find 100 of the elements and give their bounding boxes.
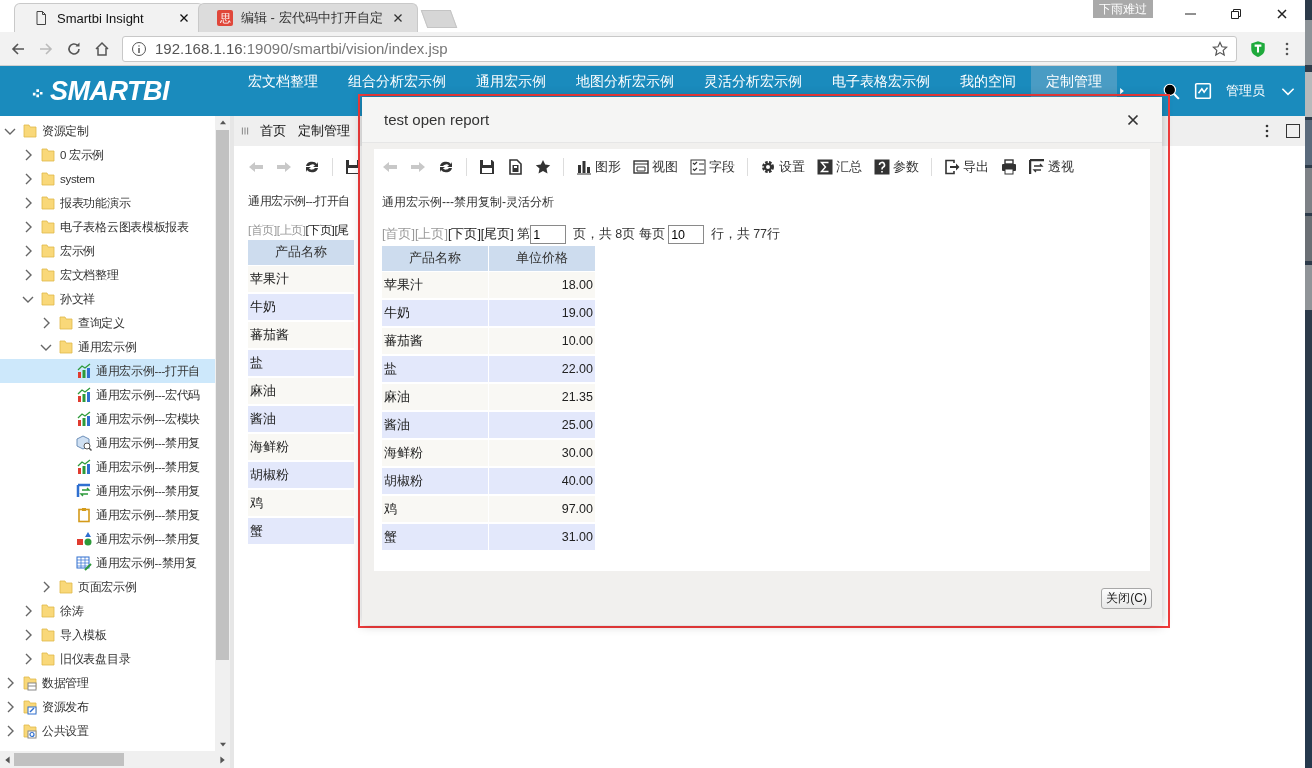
tree-item[interactable]: 通用宏示例---禁用复 — [0, 455, 215, 479]
tree-item[interactable]: 查询定义 — [0, 311, 215, 335]
close-button[interactable]: 关闭(C) — [1101, 587, 1152, 609]
browser-tab[interactable]: 思 编辑 - 宏代码中打开自定 — [198, 3, 418, 32]
tree-item[interactable]: 通用宏示例 — [0, 335, 215, 359]
tree-item[interactable]: 资源发布 — [0, 695, 215, 719]
table-cell: 胡椒粉 — [248, 462, 354, 490]
tree-item[interactable]: 通用宏示例---禁用复 — [0, 503, 215, 527]
table-cell: 30.00 — [489, 440, 595, 468]
tree-item[interactable]: 通用宏示例---打开自 — [0, 359, 215, 383]
folder-icon — [58, 315, 74, 331]
back-icon[interactable] — [10, 40, 26, 57]
tree-item[interactable]: 电子表格云图表模板报表 — [0, 215, 215, 239]
overlay-label: 下雨难过 — [1093, 0, 1153, 18]
tree-item-label: 宏文档整理 — [60, 267, 119, 283]
tree-item[interactable]: 公共设置 — [0, 719, 215, 743]
star-icon[interactable] — [1212, 40, 1228, 57]
nav-item[interactable]: 电子表格宏示例 — [817, 66, 945, 116]
tree-item[interactable]: 宏文档整理 — [0, 263, 215, 287]
tree-item[interactable]: 导入模板 — [0, 623, 215, 647]
pager-link[interactable]: [尾 — [334, 223, 349, 238]
vertical-scrollbar[interactable] — [215, 116, 230, 751]
refresh-icon[interactable] — [304, 159, 320, 175]
reload-icon[interactable] — [66, 40, 82, 57]
tree-item[interactable]: 数据管理 — [0, 671, 215, 695]
folder-icon — [40, 651, 56, 667]
tree-item[interactable]: 通用宏示例---禁用复 — [0, 431, 215, 455]
toolbar-button[interactable]: 字段 — [690, 158, 735, 176]
pager-text: 页，共 8页 每页 — [571, 226, 666, 243]
tab[interactable]: 首页 — [256, 122, 290, 140]
folder-icon — [40, 243, 56, 259]
table-cell: 盐 — [248, 350, 354, 378]
tree-item[interactable]: 通用宏示例---禁用复 — [0, 527, 215, 551]
tab-title: 编辑 - 宏代码中打开自定 — [241, 9, 383, 27]
tree-item[interactable]: 页面宏示例 — [0, 575, 215, 599]
toolbar-button[interactable]: 导出 — [944, 158, 989, 176]
nav-item[interactable]: 灵活分析宏示例 — [689, 66, 817, 116]
toolbar-button[interactable]: 图形 — [576, 158, 621, 176]
table-cell: 40.00 — [489, 468, 595, 496]
tree-item[interactable]: 报表功能演示 — [0, 191, 215, 215]
pivot-icon — [1029, 159, 1045, 175]
tree-item[interactable]: 孙文祥 — [0, 287, 215, 311]
cube-search-icon — [76, 435, 92, 451]
folder-icon — [40, 219, 56, 235]
pager-link[interactable]: [下页] — [447, 226, 481, 243]
user-menu[interactable]: 管理员 — [1226, 82, 1265, 100]
tree-item[interactable]: 通用宏示例---禁用复 — [0, 479, 215, 503]
table-cell: 牛奶 — [248, 294, 354, 322]
tree-item[interactable]: 徐涛 — [0, 599, 215, 623]
nav-item[interactable]: 我的空间 — [945, 66, 1031, 116]
page-size-field[interactable]: 10 — [668, 225, 705, 244]
toolbar-button[interactable]: 透视 — [1029, 158, 1074, 176]
line-chart-icon[interactable] — [1194, 82, 1212, 100]
nav-item[interactable]: 宏文档整理 — [233, 66, 333, 116]
shield-icon[interactable] — [1249, 39, 1267, 58]
address-bar[interactable]: 192.168.1.16:19090/smartbi/vision/index.jsp — [122, 35, 1237, 62]
folder-icon — [40, 627, 56, 643]
horizontal-scrollbar[interactable] — [0, 751, 230, 768]
pager-link[interactable]: [下页] — [305, 223, 335, 238]
folder-edit-icon — [22, 699, 38, 715]
pager-link[interactable]: [尾页] — [480, 226, 514, 243]
folder-table-icon — [22, 675, 38, 691]
toolbar-button[interactable]: 汇总 — [817, 158, 862, 176]
toolbar-button[interactable]: 设置 — [760, 158, 805, 176]
refresh-icon[interactable] — [438, 159, 454, 175]
save-as-icon[interactable] — [507, 159, 523, 175]
folder-icon — [58, 579, 74, 595]
table-cell: 蕃茄酱 — [382, 328, 488, 356]
tree-item[interactable]: 资源定制 — [0, 119, 215, 143]
tree-item[interactable]: 通用宏示例---宏模块 — [0, 407, 215, 431]
tree-item[interactable]: 通用宏示例---宏代码 — [0, 383, 215, 407]
tree-item-label: 通用宏示例---宏模块 — [96, 411, 201, 427]
report-title: 通用宏示例---打开自 — [248, 194, 350, 209]
home-icon[interactable] — [94, 40, 110, 57]
save-icon[interactable] — [479, 159, 495, 175]
shapes-icon — [76, 531, 92, 547]
tree-item[interactable]: 0 宏示例 — [0, 143, 215, 167]
tree-item[interactable]: 宏示例 — [0, 239, 215, 263]
nav-item[interactable]: 地图分析宏示例 — [561, 66, 689, 116]
table-cell: 25.00 — [489, 412, 595, 440]
tree-item-label: 孙文祥 — [60, 291, 96, 307]
tree-item-label: 通用宏示例---打开自 — [96, 363, 201, 379]
tree-item-label: 通用宏示例---禁用复 — [96, 531, 201, 547]
tab[interactable]: 定制管理 — [294, 122, 354, 140]
table-cell: 31.00 — [489, 524, 595, 552]
folder-icon — [40, 147, 56, 163]
square-icon[interactable] — [1285, 123, 1301, 139]
search-icon[interactable] — [1162, 82, 1180, 100]
tree-item[interactable]: system — [0, 167, 215, 191]
toolbar-button[interactable]: 视图 — [633, 158, 678, 176]
tree-item[interactable]: 通用宏示例--禁用复 — [0, 551, 215, 575]
tree-item[interactable]: 旧仪表盘目录 — [0, 647, 215, 671]
page-field[interactable]: 1 — [530, 225, 567, 244]
toolbar-button[interactable]: 参数 — [874, 158, 919, 176]
tree-item-label: 通用宏示例---禁用复 — [96, 459, 201, 475]
printer-icon[interactable] — [1001, 159, 1017, 175]
star-icon[interactable] — [535, 159, 551, 175]
table-cell: 酱油 — [248, 406, 354, 434]
bar-chart-icon — [76, 363, 92, 379]
minimize-icon — [1184, 13, 1196, 15]
